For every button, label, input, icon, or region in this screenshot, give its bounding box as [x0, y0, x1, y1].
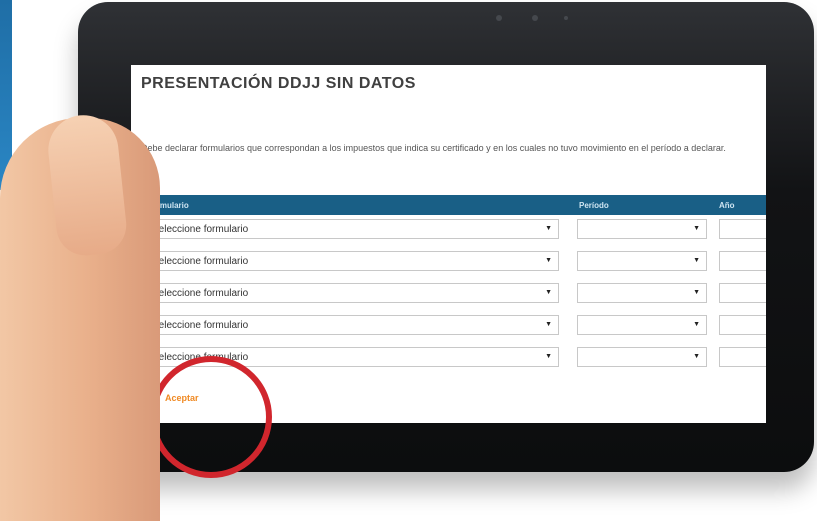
column-header-periodo: Período [579, 201, 609, 210]
dropdown-arrow-icon[interactable]: ▼ [693, 257, 700, 264]
formulario-select-value: Seleccione formulario [152, 320, 249, 331]
anio-input[interactable] [719, 347, 766, 367]
anio-input[interactable] [719, 315, 766, 335]
dropdown-arrow-icon[interactable]: ▼ [693, 225, 700, 232]
camera-dot-icon [496, 15, 502, 21]
page-title: PRESENTACIÓN DDJJ SIN DATOS [141, 75, 416, 92]
page-description: Debe declarar formularios que correspond… [141, 143, 726, 153]
periodo-select[interactable]: ▼ [577, 347, 707, 367]
table-row: Seleccione formulario ▼ ▼ [141, 217, 766, 241]
column-header-anio: Año [719, 201, 735, 210]
table-row: Seleccione formulario ▼ ▼ [141, 313, 766, 337]
dropdown-arrow-icon[interactable]: ▼ [545, 321, 552, 328]
table-header: Formulario Período Año [141, 195, 766, 215]
dropdown-arrow-icon[interactable]: ▼ [545, 225, 552, 232]
formulario-select[interactable]: Seleccione formulario ▼ [145, 219, 559, 239]
periodo-select[interactable]: ▼ [577, 315, 707, 335]
dropdown-arrow-icon[interactable]: ▼ [693, 321, 700, 328]
highlight-circle [150, 356, 272, 478]
dropdown-arrow-icon[interactable]: ▼ [693, 353, 700, 360]
formulario-select-value: Seleccione formulario [152, 256, 249, 267]
anio-input[interactable] [719, 283, 766, 303]
formulario-select-value: Seleccione formulario [152, 224, 249, 235]
dropdown-arrow-icon[interactable]: ▼ [545, 353, 552, 360]
dropdown-arrow-icon[interactable]: ▼ [693, 289, 700, 296]
periodo-select[interactable]: ▼ [577, 283, 707, 303]
formulario-select[interactable]: Seleccione formulario ▼ [145, 283, 559, 303]
dropdown-arrow-icon[interactable]: ▼ [545, 257, 552, 264]
camera-dot-icon [532, 15, 538, 21]
formulario-select-value: Seleccione formulario [152, 288, 249, 299]
camera-dot-icon [564, 16, 568, 20]
table-row: Seleccione formulario ▼ ▼ [141, 281, 766, 305]
dropdown-arrow-icon[interactable]: ▼ [545, 289, 552, 296]
formulario-select[interactable]: Seleccione formulario ▼ [145, 315, 559, 335]
periodo-select[interactable]: ▼ [577, 219, 707, 239]
table-row: Seleccione formulario ▼ ▼ [141, 249, 766, 273]
anio-input[interactable] [719, 251, 766, 271]
anio-input[interactable] [719, 219, 766, 239]
formulario-select[interactable]: Seleccione formulario ▼ [145, 251, 559, 271]
periodo-select[interactable]: ▼ [577, 251, 707, 271]
